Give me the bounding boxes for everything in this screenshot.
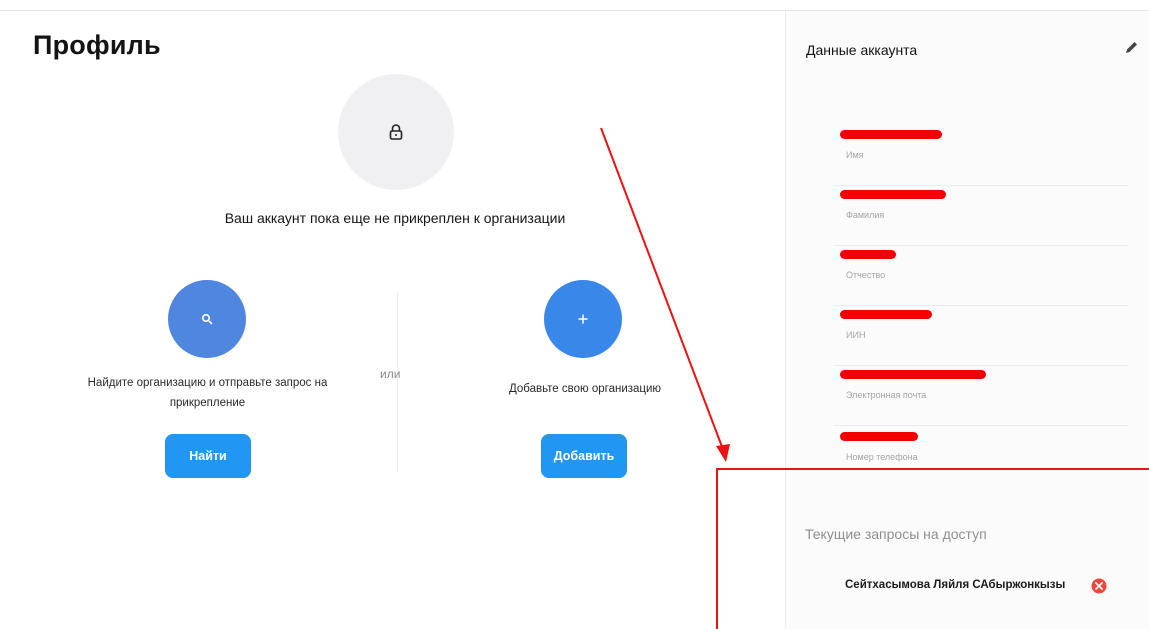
account-field-email: Электронная почта (834, 368, 1128, 426)
account-field-first-name: Имя (834, 128, 1128, 186)
requests-title: Текущие запросы на доступ (805, 526, 987, 542)
find-organization-text: Найдите организацию и отправьте запрос н… (87, 377, 328, 409)
field-label: Имя (846, 150, 864, 160)
search-icon (201, 313, 213, 325)
redacted-value (840, 432, 918, 441)
pencil-icon[interactable] (1123, 40, 1139, 56)
add-organization-text: Добавьте свою организацию (508, 383, 662, 395)
field-label: Электронная почта (846, 390, 927, 400)
or-divider (397, 292, 398, 472)
lock-icon (389, 124, 403, 140)
close-circle-icon[interactable] (1091, 578, 1107, 594)
or-label: или (380, 367, 401, 381)
request-item-name: Сейтхасымова Ляйля САбыржонкызы (845, 579, 1066, 591)
redacted-value (840, 130, 942, 139)
not-attached-message: Ваш аккаунт пока еще не прикреплен к орг… (224, 210, 566, 226)
account-field-last-name: Фамилия (834, 188, 1128, 246)
find-organization-circle[interactable] (168, 280, 246, 358)
lock-avatar (338, 74, 454, 190)
account-field-iin: ИИН (834, 308, 1128, 366)
field-label: Отчество (846, 270, 886, 280)
field-label: Фамилия (846, 210, 885, 220)
find-button[interactable]: Найти (165, 434, 251, 478)
redacted-value (840, 370, 986, 379)
field-label: ИИН (846, 330, 866, 340)
page-title: Профиль (33, 30, 161, 60)
redacted-value (840, 310, 932, 319)
redacted-value (840, 250, 896, 259)
field-label: Номер телефона (846, 452, 918, 462)
requests-highlight-box (716, 468, 1149, 629)
account-field-patronymic: Отчество (834, 248, 1128, 306)
redacted-value (840, 190, 946, 199)
plus-icon (578, 314, 588, 324)
add-button[interactable]: Добавить (541, 434, 627, 478)
account-panel-title: Данные аккаунта (806, 42, 918, 58)
add-organization-circle[interactable] (544, 280, 622, 358)
